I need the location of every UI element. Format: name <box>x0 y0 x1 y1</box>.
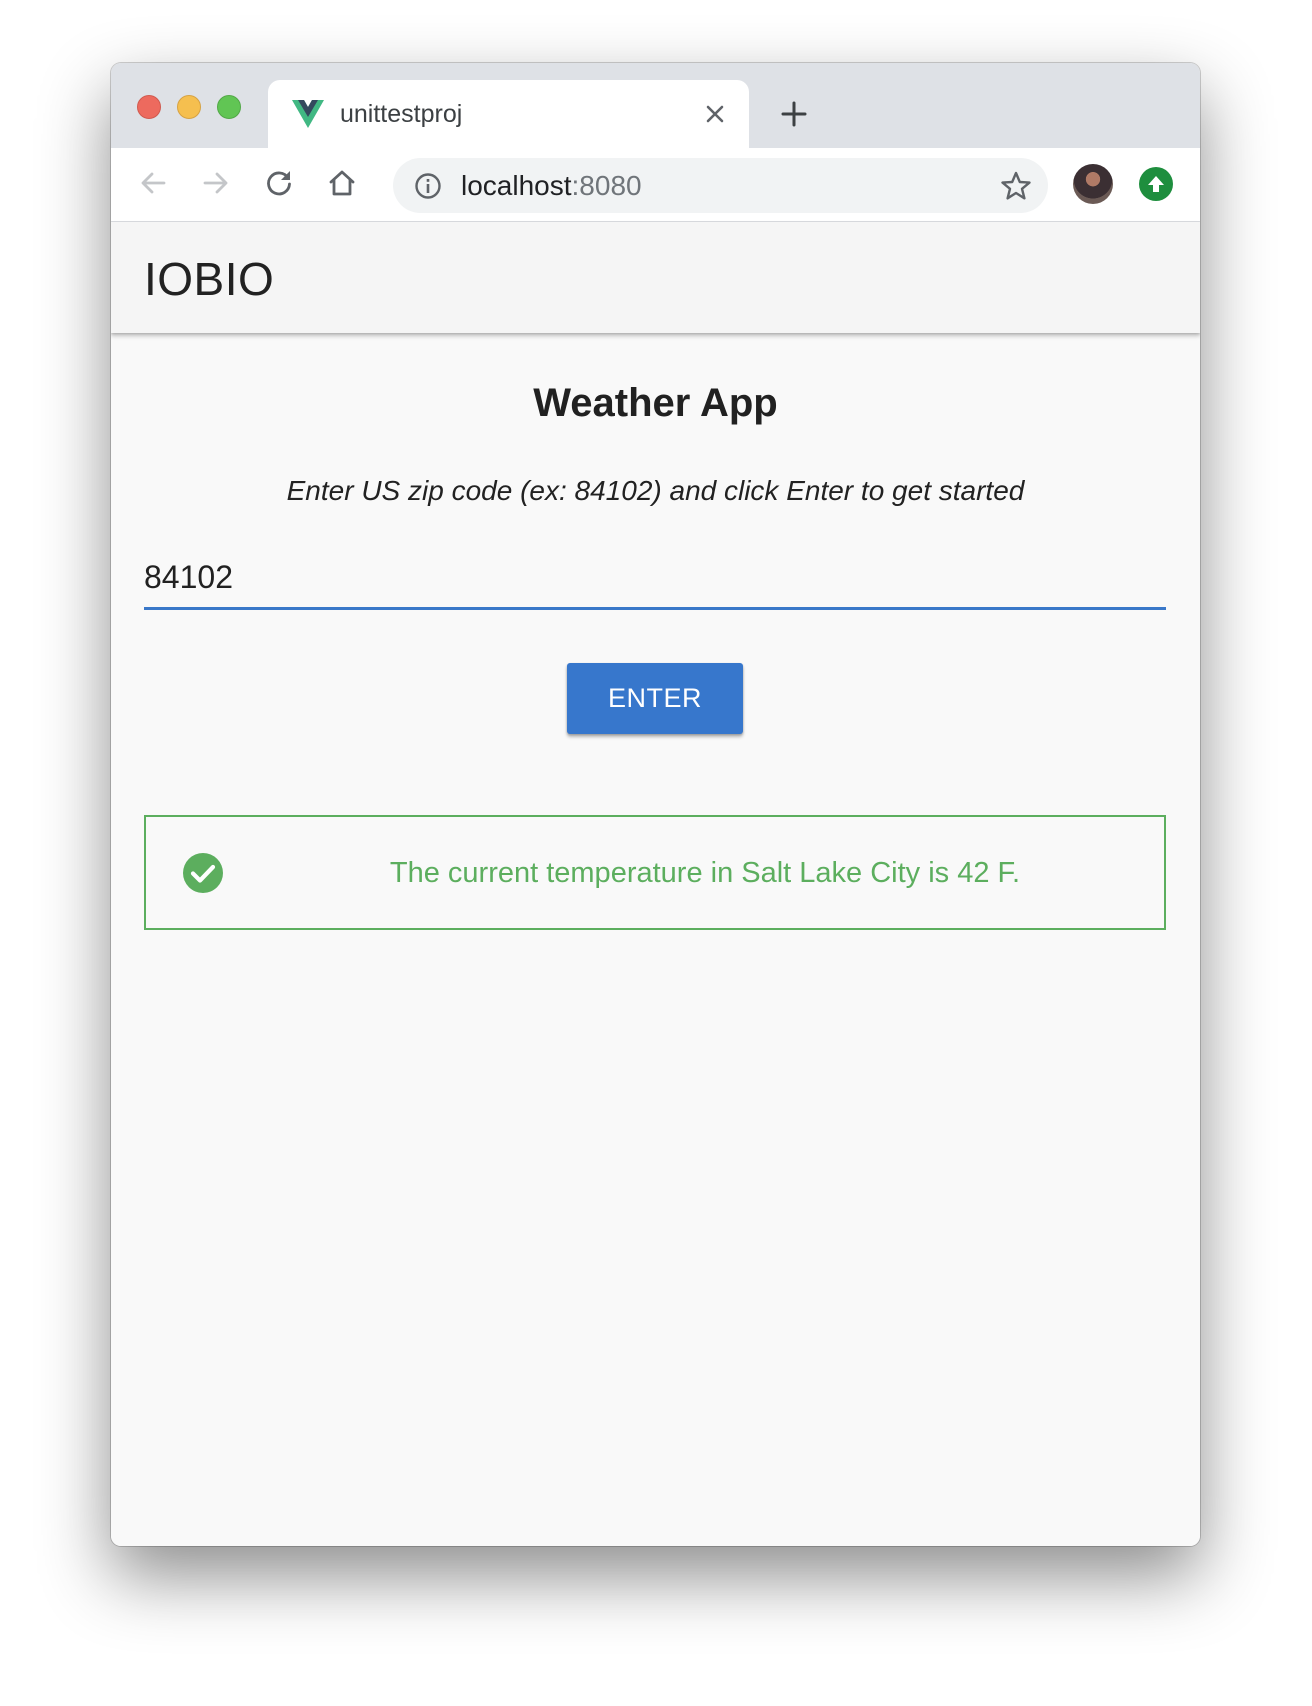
instructions-text: Enter US zip code (ex: 84102) and click … <box>286 475 1025 506</box>
tab-close-button[interactable] <box>699 98 731 130</box>
reload-button[interactable] <box>259 163 299 203</box>
maximize-window-button[interactable] <box>217 95 241 119</box>
enter-button[interactable]: ENTER <box>567 663 743 734</box>
browser-toolbar: localhost:8080 <box>111 148 1200 222</box>
url-text[interactable]: localhost:8080 <box>461 168 642 203</box>
app-brand: IOBIO <box>144 253 275 305</box>
url-port: :8080 <box>571 170 642 201</box>
address-bar[interactable]: localhost:8080 <box>393 158 1048 213</box>
bookmark-star-icon[interactable] <box>1000 170 1032 202</box>
tab-title: unittestproj <box>340 100 463 128</box>
home-button[interactable] <box>322 163 362 203</box>
update-button[interactable] <box>1139 167 1173 201</box>
arrow-up-icon <box>1148 176 1164 192</box>
arrow-left-icon <box>141 172 166 194</box>
browser-window: unittestproj localhost:8080 IOBIO Weathe… <box>111 63 1200 1546</box>
tab-strip: unittestproj <box>111 63 1200 148</box>
app-toolbar: IOBIO <box>111 222 1200 333</box>
home-icon <box>329 170 355 196</box>
check-circle-icon <box>183 853 223 893</box>
reload-icon <box>267 171 291 196</box>
tab-unittestproj[interactable]: unittestproj <box>268 80 749 148</box>
plus-icon <box>781 101 807 127</box>
info-icon[interactable] <box>413 171 443 201</box>
url-host: localhost <box>461 170 572 201</box>
zip-code-input[interactable] <box>144 547 1166 610</box>
page-content: IOBIO Weather App Enter US zip code (ex:… <box>111 222 1200 1546</box>
arrow-right-icon <box>203 172 228 194</box>
close-icon <box>706 105 724 123</box>
back-button[interactable] <box>133 163 173 203</box>
profile-avatar[interactable] <box>1073 164 1113 204</box>
page-title: Weather App <box>533 381 778 425</box>
success-alert: The current temperature in Salt Lake Cit… <box>144 815 1166 930</box>
forward-button[interactable] <box>196 163 236 203</box>
close-window-button[interactable] <box>137 95 161 119</box>
vue-logo-icon <box>292 100 324 128</box>
minimize-window-button[interactable] <box>177 95 201 119</box>
alert-message: The current temperature in Salt Lake Cit… <box>389 857 1021 889</box>
new-tab-button[interactable] <box>776 96 812 132</box>
